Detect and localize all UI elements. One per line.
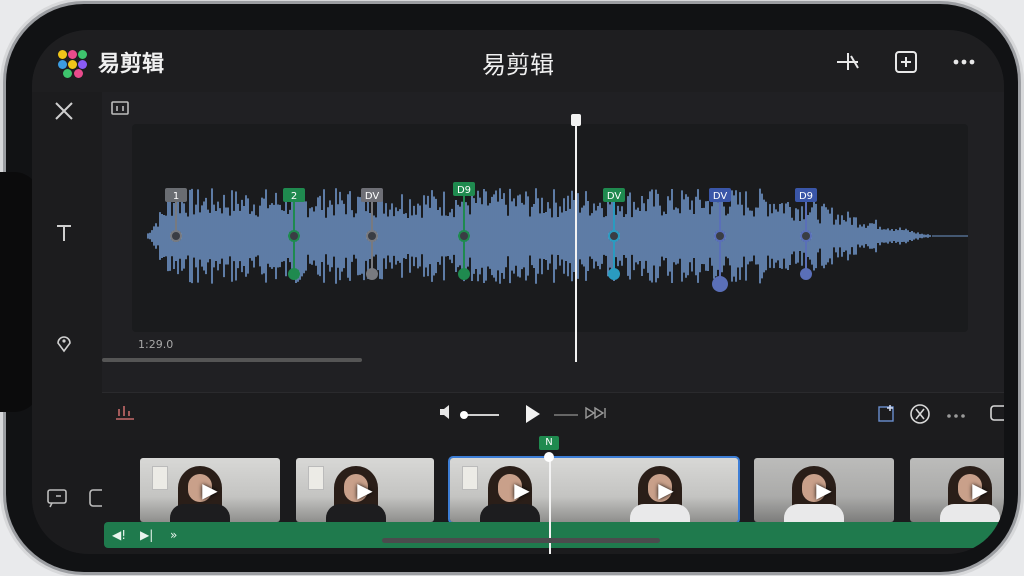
selected-video-clip[interactable]: ▶ ▶	[450, 458, 738, 522]
add-clip-icon[interactable]	[876, 403, 898, 429]
play-icon[interactable]: ▶	[754, 478, 894, 502]
play-icon[interactable]: ▶	[296, 478, 434, 502]
timeline-left-tools	[32, 440, 111, 554]
histogram-icon[interactable]	[112, 403, 138, 429]
chapter-icon[interactable]	[110, 100, 130, 122]
playhead[interactable]	[575, 118, 577, 362]
marker-label: DV	[713, 191, 728, 202]
horizontal-scrollbar[interactable]	[102, 358, 362, 362]
progress-line	[554, 414, 578, 416]
marker-label: D9	[457, 185, 471, 196]
audio-volume-control[interactable]: ◀!	[112, 526, 126, 544]
trim-icon[interactable]	[832, 48, 864, 80]
playhead-badge: N	[539, 436, 559, 450]
volume-slider[interactable]	[463, 414, 499, 416]
play-icon[interactable]: ▶	[140, 478, 280, 502]
timeline: ▶ ▶ ▶ ▶ ▶ ▶ ◀! ▶| » N	[102, 436, 1004, 554]
video-clip[interactable]: ▶	[296, 458, 434, 522]
marker-label: 2	[291, 191, 297, 202]
play-icon[interactable]: ▶	[450, 478, 594, 502]
more-horizontal-icon[interactable]	[944, 403, 968, 429]
app-screen: 易剪辑 易剪辑 1 2 DV D9 DV DV D9 1:29.0 ▶ ▶ ▶ …	[32, 30, 1004, 554]
add-box-icon[interactable]	[890, 48, 922, 80]
phone-frame: 易剪辑 易剪辑 1 2 DV D9 DV DV D9 1:29.0 ▶ ▶ ▶ …	[0, 4, 1018, 572]
video-clip[interactable]: ▶	[910, 458, 1004, 522]
more-icon[interactable]	[948, 48, 980, 80]
marker-label: 1	[173, 191, 179, 202]
volume-icon[interactable]	[438, 403, 458, 429]
left-toolbar	[32, 92, 102, 392]
skip-forward-icon[interactable]	[584, 403, 610, 429]
volume-knob[interactable]	[460, 411, 468, 419]
marker-label: DV	[607, 191, 622, 202]
marker-label: D9	[799, 191, 813, 202]
play-icon[interactable]: ▶	[594, 478, 738, 502]
video-clip[interactable]: ▶	[140, 458, 280, 522]
marker-label: DV	[365, 191, 380, 202]
waveform-panel[interactable]: 1 2 DV D9 DV DV D9	[132, 114, 968, 362]
waveform: 1 2 DV D9 DV DV D9	[147, 182, 968, 292]
play-icon[interactable]: ▶	[950, 478, 1004, 502]
home-indicator[interactable]	[382, 538, 660, 543]
audio-play-control[interactable]: ▶|	[140, 526, 153, 544]
audio-track[interactable]: ◀! ▶| »	[104, 522, 1004, 548]
top-bar: 易剪辑 易剪辑	[32, 30, 1004, 92]
playback-controls	[102, 392, 1004, 441]
timeline-playhead-knob[interactable]	[544, 452, 554, 462]
cut-icon[interactable]	[908, 403, 932, 429]
aspect-ratio-icon[interactable]	[988, 403, 1004, 429]
time-readout: 1:29.0	[138, 338, 174, 351]
location-pin-icon[interactable]	[50, 332, 78, 360]
waveform-bars	[147, 188, 931, 284]
text-icon[interactable]	[50, 222, 78, 250]
audio-editor: 1 2 DV D9 DV DV D9 1:29.0	[102, 92, 1004, 392]
audio-forward-control[interactable]: »	[170, 526, 177, 544]
close-icon[interactable]	[50, 100, 78, 128]
video-clip[interactable]: ▶	[754, 458, 894, 522]
play-icon[interactable]	[520, 403, 544, 429]
caption-icon[interactable]	[46, 488, 68, 512]
